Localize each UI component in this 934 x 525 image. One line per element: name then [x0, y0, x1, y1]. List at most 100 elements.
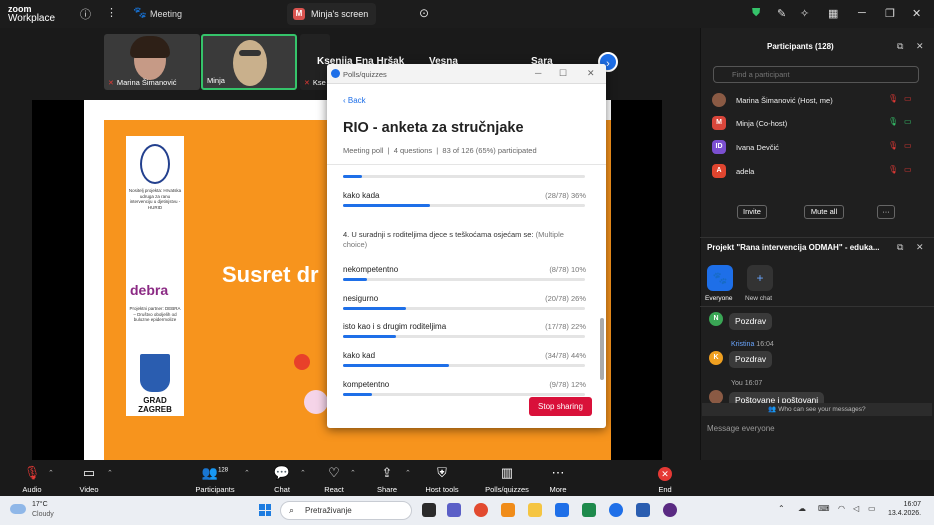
screen-tab-label: Minja's screen	[311, 9, 369, 19]
sparkle-icon[interactable]: ✧	[800, 7, 809, 20]
excel-icon[interactable]	[582, 503, 596, 517]
participants-title: Participants (128)	[767, 42, 834, 51]
more-icon[interactable]: ⊙	[419, 6, 429, 20]
poll-result-bar	[343, 307, 585, 310]
poll-result-bar	[343, 278, 585, 281]
outlook-icon[interactable]	[555, 503, 569, 517]
poll-meta: Meeting poll | 4 questions | 83 of 126 (…	[343, 146, 537, 155]
camera-icon[interactable]: ▭	[904, 117, 912, 126]
share-icon: ⇪	[381, 465, 393, 480]
camera-icon[interactable]: ▭	[904, 141, 912, 150]
battery-icon[interactable]: ▭	[868, 504, 876, 513]
chat-button[interactable]: 💬 Chat	[271, 465, 293, 494]
maximize-icon[interactable]: ☐	[559, 68, 567, 79]
who-can-see-link[interactable]: 👥 Who can see your messages?	[702, 403, 932, 416]
tile-name: ✕ Marina Šimanović	[108, 78, 177, 87]
cloud-icon	[10, 504, 26, 514]
file-explorer-icon[interactable]	[528, 503, 542, 517]
video-tile-marina[interactable]: ✕ Marina Šimanović	[104, 34, 200, 90]
pen-icon[interactable]: ✎	[777, 7, 786, 20]
close-icon[interactable]: ✕	[916, 242, 924, 253]
audio-options-chevron-icon[interactable]: ⌃	[48, 469, 54, 477]
mic-icon[interactable]: 🎙	[888, 94, 898, 103]
screen-tab[interactable]: M Minja's screen	[287, 3, 377, 25]
close-icon[interactable]: ✕	[916, 41, 924, 52]
everyone-chat-tab[interactable]: 🐾	[707, 265, 733, 291]
onedrive-icon[interactable]: ☁	[798, 504, 806, 513]
info-icon[interactable]: ⓘ	[80, 6, 91, 22]
divider	[700, 306, 934, 307]
camera-icon[interactable]: ▭	[904, 94, 912, 103]
more-button[interactable]: ···	[877, 205, 895, 219]
poll-option-label: kompetentno	[343, 380, 390, 389]
chat-icon: 💬	[273, 465, 291, 480]
video-label: Video	[79, 485, 99, 494]
scrollbar[interactable]	[600, 318, 604, 380]
host-tools-button[interactable]: ⛨ Host tools	[422, 465, 462, 494]
chat-message: Pozdrav	[729, 313, 773, 330]
more-button[interactable]: ⋯ More	[546, 465, 570, 494]
participant-row[interactable]: ID Ivana Devčić 🎙 ▭	[712, 140, 922, 154]
end-label: End	[658, 485, 672, 494]
close-icon[interactable]: ✕	[587, 68, 595, 79]
shield-icon[interactable]: ⛊	[752, 7, 760, 20]
share-button[interactable]: ⇪ Share	[376, 465, 398, 494]
divider	[700, 237, 934, 238]
mute-all-button[interactable]: Mute all	[804, 205, 844, 219]
tile-name: ✕ Kse	[304, 78, 326, 87]
participant-row[interactable]: Aadela 🎙 ▭	[712, 164, 922, 178]
temperature: 17°C	[32, 501, 48, 508]
taskbar-search[interactable]: ⌕ Pretraživanje	[280, 501, 412, 520]
popout-icon[interactable]: ⧉	[897, 41, 903, 52]
tile-icon[interactable]: ▦	[828, 7, 838, 20]
teams-icon[interactable]	[447, 503, 461, 517]
participant-name: Minja (Co-host)	[736, 119, 788, 128]
maximize-icon[interactable]: ❐	[885, 7, 895, 20]
minimize-icon[interactable]: ─	[535, 68, 541, 78]
poll-result-bar-fill	[343, 175, 363, 178]
zoom-icon[interactable]	[609, 503, 623, 517]
new-chat-button[interactable]: +	[747, 265, 773, 291]
video-button[interactable]: ▭ Video	[77, 465, 101, 494]
polls-button[interactable]: ▥ Polls/quizzes	[484, 465, 530, 494]
volume-icon[interactable]: ◁	[853, 504, 859, 513]
participants-button[interactable]: 👥128 Participants	[193, 465, 237, 494]
react-button[interactable]: ♡ React	[322, 465, 346, 494]
video-options-chevron-icon[interactable]: ⌃	[107, 469, 113, 477]
participant-row[interactable]: Marina Šimanović (Host, me) 🎙 ▭	[712, 93, 922, 107]
clock-date: 13.4.2026.	[888, 510, 922, 517]
vlc-icon[interactable]	[501, 503, 515, 517]
language-icon[interactable]: ⌨	[818, 504, 830, 513]
mic-icon[interactable]: 🎙	[888, 165, 898, 174]
more-options-icon[interactable]: ⋮	[106, 6, 117, 19]
end-icon: ✕	[654, 465, 676, 481]
wifi-icon[interactable]: ◠	[838, 504, 845, 513]
mic-icon[interactable]: 🎙	[888, 141, 898, 150]
react-options-chevron-icon[interactable]: ⌃	[350, 469, 356, 477]
chat-options-chevron-icon[interactable]: ⌃	[300, 469, 306, 477]
end-meeting-button[interactable]: ✕ End	[654, 465, 676, 494]
mic-icon[interactable]: 🎙	[888, 117, 898, 126]
task-view-icon[interactable]	[422, 503, 436, 517]
invite-button[interactable]: Invite	[737, 205, 767, 219]
popout-icon[interactable]: ⧉	[897, 242, 903, 253]
media-player-icon[interactable]	[663, 503, 677, 517]
find-participant-input[interactable]	[713, 66, 919, 83]
windows-start-icon[interactable]	[259, 504, 271, 516]
audio-button[interactable]: 🎙 Audio	[20, 465, 44, 494]
share-options-chevron-icon[interactable]: ⌃	[405, 469, 411, 477]
camera-icon[interactable]: ▭	[904, 165, 912, 174]
chevron-up-icon[interactable]: ⌃	[778, 504, 785, 513]
minimize-icon[interactable]: ─	[858, 7, 866, 19]
chat-title: Projekt "Rana intervencija ODMAH" - eduk…	[707, 243, 880, 252]
clock[interactable]: 16:07 13.4.2026.	[888, 500, 921, 518]
participant-row[interactable]: M Minja (Co-host) 🎙 ▭	[712, 116, 922, 130]
stop-sharing-button[interactable]: Stop sharing	[529, 397, 592, 416]
back-link[interactable]: ‹ Back	[343, 96, 366, 105]
chrome-icon[interactable]	[474, 503, 488, 517]
word-icon[interactable]	[636, 503, 650, 517]
message-input[interactable]: Message everyone	[707, 424, 775, 433]
video-tile-minja[interactable]: Minja	[201, 34, 297, 90]
close-icon[interactable]: ✕	[912, 7, 921, 20]
participants-options-chevron-icon[interactable]: ⌃	[244, 469, 250, 477]
